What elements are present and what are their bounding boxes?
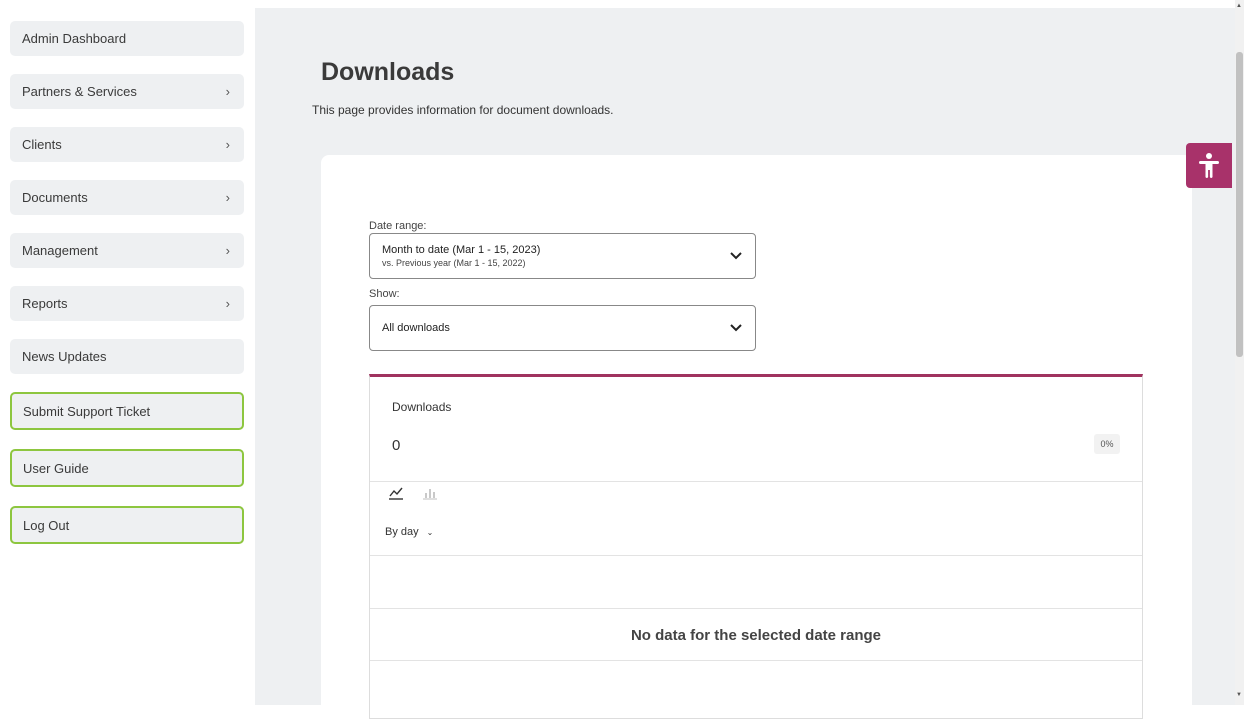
sidebar-item-label: Admin Dashboard — [22, 31, 127, 46]
line-chart-icon[interactable] — [388, 485, 404, 501]
sidebar-item-admin-dashboard[interactable]: Admin Dashboard — [10, 21, 244, 56]
submit-support-ticket-button[interactable]: Submit Support Ticket — [10, 392, 244, 430]
sidebar-item-news-updates[interactable]: News Updates — [10, 339, 244, 374]
chevron-down-icon — [730, 324, 742, 332]
show-value: All downloads — [382, 322, 450, 334]
page-scrollbar[interactable]: ▲ ▼ — [1235, 0, 1244, 705]
chevron-right-icon: › — [225, 137, 230, 152]
downloads-stat-panel: Downloads 0 0% By day ⌄ No data for the s… — [369, 374, 1143, 719]
sidebar-item-label: Partners & Services — [22, 84, 137, 99]
date-range-value: Month to date (Mar 1 - 15, 2023) — [382, 244, 541, 256]
button-label: User Guide — [23, 460, 89, 476]
sidebar-item-label: Clients — [22, 137, 62, 152]
sidebar-item-partners-services[interactable]: Partners & Services › — [10, 74, 244, 109]
page-title: Downloads — [321, 58, 455, 86]
chevron-down-icon — [730, 252, 742, 260]
divider — [370, 555, 1142, 556]
date-range-label: Date range: — [369, 220, 427, 232]
button-label: Submit Support Ticket — [23, 403, 151, 419]
sidebar-item-documents[interactable]: Documents › — [10, 180, 244, 215]
divider — [370, 481, 1142, 482]
page-subtitle: This page provides information for docum… — [312, 103, 614, 117]
granularity-select[interactable]: By day ⌄ — [385, 526, 433, 538]
sidebar-item-clients[interactable]: Clients › — [10, 127, 244, 162]
chevron-right-icon: › — [225, 296, 230, 311]
granularity-label: By day — [385, 526, 419, 538]
divider — [370, 608, 1142, 609]
sidebar-item-label: News Updates — [22, 349, 107, 364]
bar-chart-icon[interactable] — [422, 485, 438, 501]
chevron-right-icon: › — [225, 243, 230, 258]
chevron-right-icon: › — [225, 84, 230, 99]
downloads-card: Date range: Month to date (Mar 1 - 15, 2… — [321, 155, 1192, 719]
chevron-down-icon: ⌄ — [426, 528, 434, 537]
accessibility-button[interactable] — [1186, 143, 1232, 188]
log-out-button[interactable]: Log Out — [10, 506, 244, 544]
show-select[interactable]: All downloads — [369, 305, 756, 351]
accessibility-icon — [1199, 152, 1219, 178]
sidebar: Admin Dashboard Partners & Services › Cl… — [0, 0, 255, 705]
empty-state-message: No data for the selected date range — [630, 627, 882, 644]
stat-title: Downloads — [392, 400, 452, 414]
stat-value: 0 — [392, 437, 401, 454]
scroll-thumb[interactable] — [1236, 52, 1243, 357]
chevron-right-icon: › — [225, 190, 230, 205]
date-range-select[interactable]: Month to date (Mar 1 - 15, 2023) vs. Pre… — [369, 233, 756, 279]
sidebar-item-reports[interactable]: Reports › — [10, 286, 244, 321]
button-label: Log Out — [23, 517, 70, 533]
sidebar-item-label: Reports — [22, 296, 68, 311]
sidebar-item-label: Management — [22, 243, 98, 258]
scroll-up-icon[interactable]: ▲ — [1236, 3, 1242, 9]
scroll-down-icon[interactable]: ▼ — [1236, 692, 1242, 698]
main-content: Downloads This page provides information… — [255, 8, 1235, 719]
change-badge: 0% — [1094, 434, 1120, 454]
sidebar-item-management[interactable]: Management › — [10, 233, 244, 268]
show-label: Show: — [369, 288, 400, 300]
divider — [370, 660, 1142, 661]
date-range-compare: vs. Previous year (Mar 1 - 15, 2022) — [382, 258, 526, 268]
user-guide-button[interactable]: User Guide — [10, 449, 244, 487]
date-range-text: Month to date (Mar 1 - 15, 2023) vs. Pre… — [382, 244, 540, 268]
sidebar-item-label: Documents — [22, 190, 88, 205]
